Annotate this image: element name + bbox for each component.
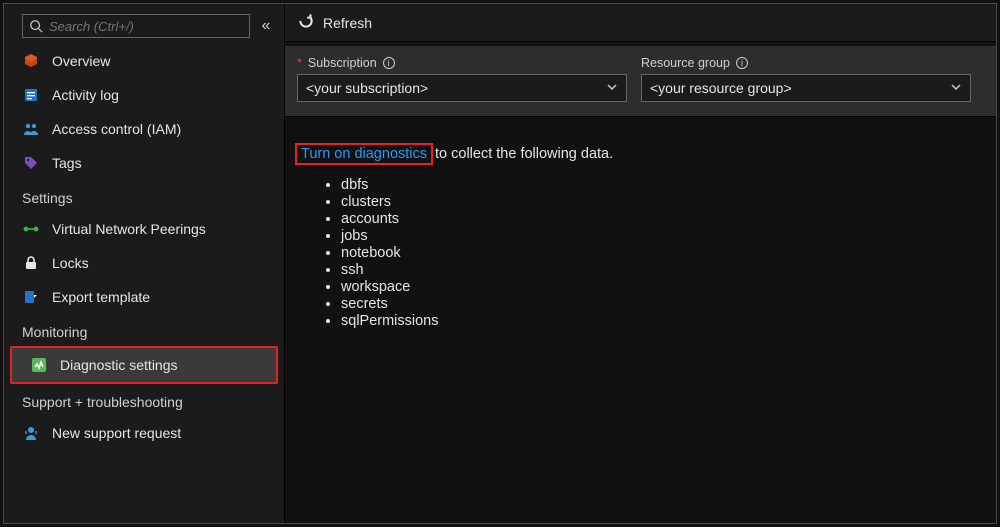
info-icon[interactable]: i [383, 57, 395, 69]
main-panel: Refresh * Subscription i <your subscript… [285, 4, 996, 523]
sidebar-item-activity-log[interactable]: Activity log [4, 78, 284, 112]
sidebar-item-export-template[interactable]: Export template [4, 280, 284, 314]
section-label-settings: Settings [4, 180, 284, 212]
subscription-dropdown[interactable]: <your subscription> [297, 74, 627, 102]
sidebar-item-vnet-peerings[interactable]: Virtual Network Peerings [4, 212, 284, 246]
sidebar-item-label: Access control (IAM) [52, 121, 181, 137]
sidebar-item-label: Activity log [52, 87, 119, 103]
section-label-monitoring: Monitoring [4, 314, 284, 346]
sidebar-item-label: Locks [52, 255, 89, 271]
refresh-button[interactable]: Refresh [297, 12, 372, 33]
selector-bar: * Subscription i <your subscription> Res… [285, 46, 996, 117]
turn-on-diagnostics-text: to collect the following data. [435, 146, 613, 162]
sidebar-item-label: New support request [52, 425, 181, 441]
sidebar-item-overview[interactable]: Overview [4, 44, 284, 78]
sidebar-item-new-support-request[interactable]: New support request [4, 416, 284, 450]
toolbar: Refresh [285, 4, 996, 42]
export-template-icon [22, 289, 40, 305]
section-label-support: Support + troubleshooting [4, 384, 284, 416]
list-item: workspace [341, 279, 986, 295]
resource-group-label: Resource group i [641, 56, 971, 70]
sidebar-item-label: Export template [52, 289, 150, 305]
resource-group-dropdown[interactable]: <your resource group> [641, 74, 971, 102]
refresh-label: Refresh [323, 15, 372, 31]
vnet-icon [22, 221, 40, 237]
list-item: secrets [341, 296, 986, 312]
list-item: notebook [341, 245, 986, 261]
list-item: clusters [341, 194, 986, 210]
refresh-icon [297, 12, 315, 33]
resource-group-value: <your resource group> [650, 80, 792, 96]
list-item: accounts [341, 211, 986, 227]
sidebar-item-label: Virtual Network Peerings [52, 221, 206, 237]
list-item: jobs [341, 228, 986, 244]
chevron-down-icon [950, 80, 962, 96]
diagnostics-data-list: dbfsclustersaccountsjobsnotebooksshworks… [341, 177, 986, 329]
turn-on-diagnostics-link[interactable]: Turn on diagnostics [301, 146, 427, 162]
sidebar: « Overview Activity log Access control (… [4, 4, 285, 523]
subscription-label: * Subscription i [297, 56, 627, 70]
list-item: dbfs [341, 177, 986, 193]
sidebar-item-diagnostic-settings[interactable]: Diagnostic settings [12, 348, 276, 382]
diagnostics-icon [30, 357, 48, 373]
lock-icon [22, 255, 40, 271]
sidebar-item-label: Diagnostic settings [60, 357, 178, 373]
chevron-down-icon [606, 80, 618, 96]
collapse-sidebar-button[interactable]: « [256, 17, 276, 35]
sidebar-item-locks[interactable]: Locks [4, 246, 284, 280]
list-item: ssh [341, 262, 986, 278]
required-indicator: * [297, 56, 302, 70]
cube-icon [22, 53, 40, 69]
sidebar-item-tags[interactable]: Tags [4, 146, 284, 180]
info-icon[interactable]: i [736, 57, 748, 69]
activity-log-icon [22, 87, 40, 103]
search-input[interactable] [22, 14, 250, 38]
search-icon [29, 19, 43, 33]
people-icon [22, 121, 40, 137]
sidebar-item-access-control[interactable]: Access control (IAM) [4, 112, 284, 146]
sidebar-item-label: Overview [52, 53, 110, 69]
list-item: sqlPermissions [341, 313, 986, 329]
tag-icon [22, 155, 40, 171]
subscription-value: <your subscription> [306, 80, 428, 96]
support-icon [22, 425, 40, 441]
content-area: Turn on diagnostics to collect the follo… [285, 117, 996, 340]
sidebar-item-label: Tags [52, 155, 82, 171]
